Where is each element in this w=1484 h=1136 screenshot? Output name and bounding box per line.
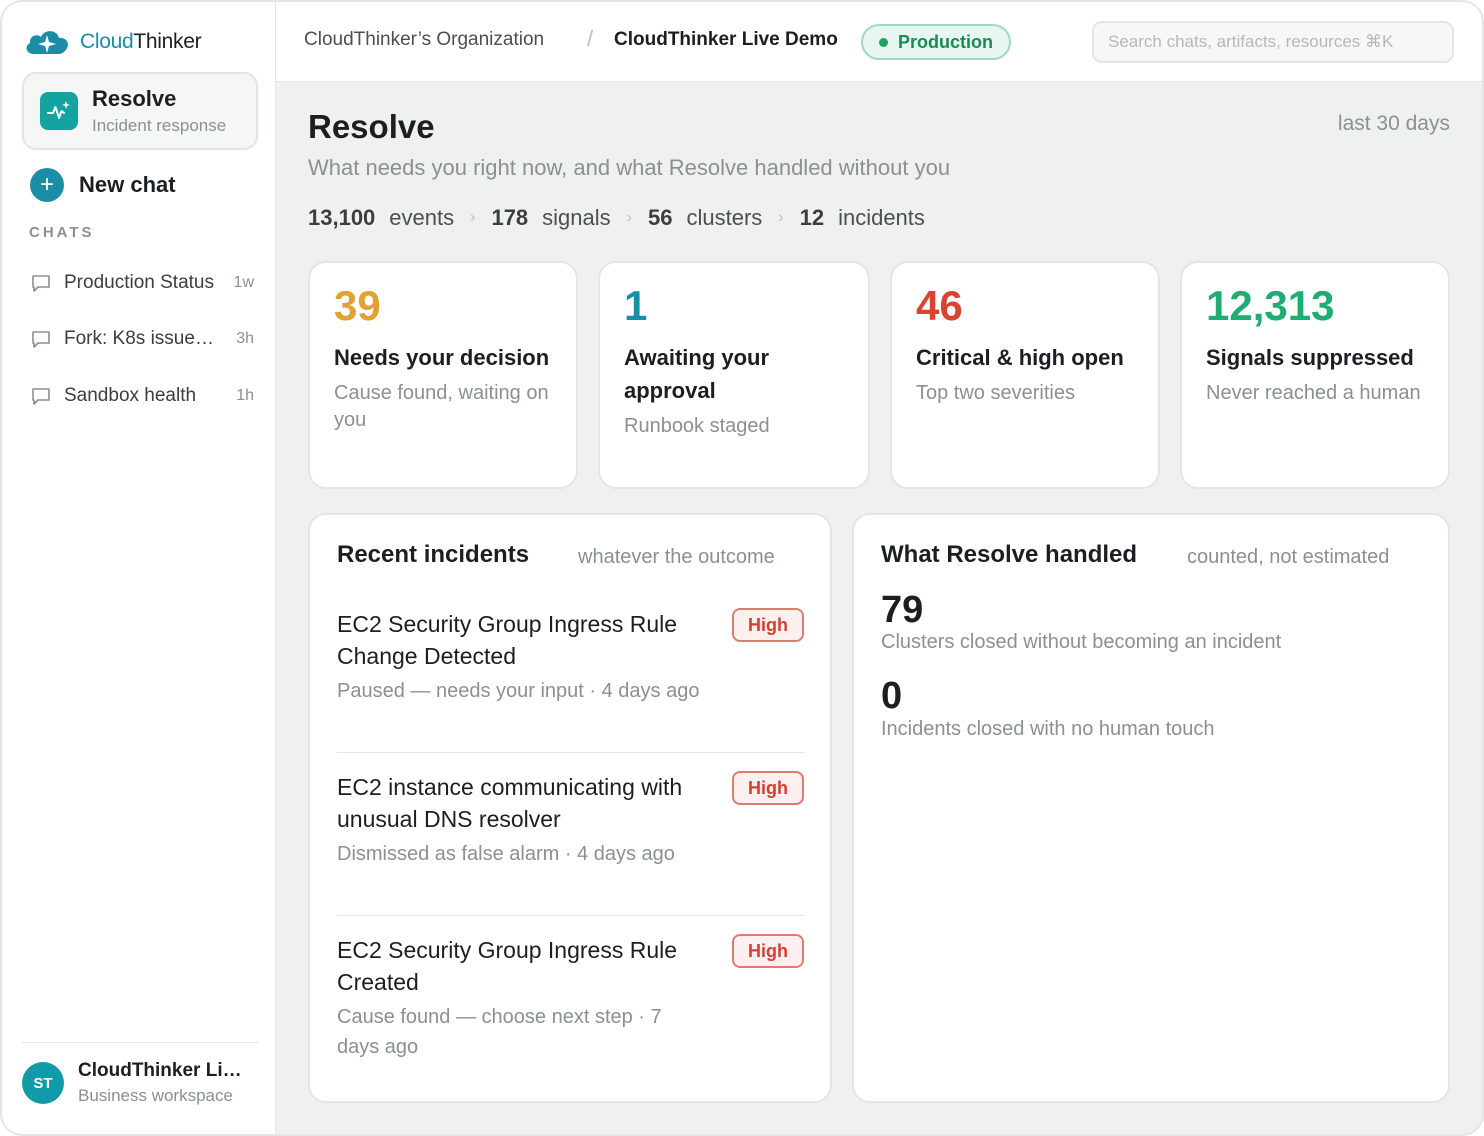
agent-subtitle: Incident response (92, 116, 227, 135)
pulse-sparkle-icon (40, 92, 78, 130)
stat-value: 46 (916, 282, 963, 329)
stat-subtitle: Top two severities (916, 382, 1075, 404)
incident-item[interactable]: EC2 Security Group Ingress Rule Created … (337, 934, 804, 1062)
avatar: ST (22, 1062, 64, 1104)
chat-title: Production Status (64, 272, 214, 293)
incident-title: EC2 Security Group Ingress Rule Created (337, 937, 678, 995)
stat-title: Signals suppressed (1206, 345, 1414, 370)
stat-value: 1 (624, 282, 648, 329)
stat-title: Awaiting your approval (624, 345, 770, 403)
chevron-right-icon: › (626, 209, 632, 226)
chat-title: Sandbox health (64, 385, 197, 406)
app-window: CloudThinker Resolve Incident response +… (0, 0, 1484, 1136)
incident-meta: Cause found — choose next step · 7 days … (337, 1006, 662, 1058)
funnel-value: 13,100 (308, 205, 376, 230)
page-title: Resolve (308, 108, 435, 145)
incident-title: EC2 instance communicating with unusual … (337, 774, 683, 832)
severity-badge: High (732, 771, 804, 805)
workspace-info: CloudThinker Live Demo Business workspac… (78, 1060, 250, 1106)
incident-meta: Paused — needs your input · 4 days ago (337, 680, 700, 702)
panel-title: Recent incidents (337, 541, 530, 568)
environment-badge[interactable]: Production (861, 24, 1011, 60)
chat-time: 1w (233, 274, 254, 291)
chat-item[interactable]: Sandbox health 1h (30, 381, 254, 411)
agent-info: Resolve Incident response (92, 86, 242, 136)
stat-title: Critical & high open (916, 345, 1124, 370)
workspace-type: Business workspace (78, 1086, 233, 1105)
stat-subtitle: Never reached a human (1206, 382, 1421, 404)
page-subtitle: What needs you right now, and what Resol… (308, 155, 951, 180)
topbar: CloudThinker’s Organization / CloudThink… (276, 2, 1482, 82)
sidebar: CloudThinker Resolve Incident response +… (2, 2, 276, 1134)
workspace-switcher[interactable]: ST CloudThinker Live Demo Business works… (22, 1060, 250, 1106)
incident-title: EC2 Security Group Ingress Rule Change D… (337, 611, 678, 669)
panel-title: What Resolve handled (881, 541, 1138, 568)
plus-icon: + (30, 168, 64, 202)
incident-meta: Dismissed as false alarm · 4 days ago (337, 843, 675, 865)
chevron-right-icon: › (778, 209, 784, 226)
funnel-value: 56 (647, 205, 673, 230)
funnel-label: events (389, 205, 455, 230)
chat-item[interactable]: Fork: K8s issue investigation 3h (30, 324, 254, 354)
breadcrumb-organization[interactable]: CloudThinker’s Organization (304, 29, 544, 51)
severity-badge: High (732, 934, 804, 968)
pipeline-funnel: 13,100 events › 178 signals › 56 cluster… (308, 205, 941, 231)
stat-value: 12,313 (1206, 282, 1335, 329)
handled-value: 79 (881, 589, 924, 631)
sidebar-divider (22, 1042, 258, 1043)
severity-badge: High (732, 608, 804, 642)
new-chat-button[interactable]: + New chat (30, 168, 176, 202)
time-range[interactable]: last 30 days (1338, 112, 1450, 136)
workspace-name: CloudThinker Live Demo (78, 1060, 250, 1081)
agent-selector[interactable]: Resolve Incident response (22, 72, 258, 150)
chats-heading: CHATS (29, 224, 95, 241)
chat-bubble-icon (32, 275, 50, 292)
stat-card-critical-high[interactable]: 46 Critical & high open Top two severiti… (890, 261, 1160, 489)
panel-note: whatever the outcome (578, 546, 775, 568)
chat-title: Fork: K8s issue investigation (64, 328, 216, 349)
handled-label: Clusters closed without becoming an inci… (881, 631, 1282, 653)
chat-bubble-icon (32, 331, 50, 348)
funnel-label: incidents (838, 205, 925, 230)
chat-bubble-icon (32, 388, 50, 405)
status-dot-icon (879, 37, 888, 47)
incident-item[interactable]: EC2 Security Group Ingress Rule Change D… (337, 608, 804, 706)
main-content: CloudThinker’s Organization / CloudThink… (276, 2, 1482, 1134)
search-input[interactable] (1092, 21, 1454, 63)
breadcrumb-separator: / (587, 26, 594, 51)
agent-name: Resolve (92, 86, 177, 111)
stat-card-needs-decision[interactable]: 39 Needs your decision Cause found, wait… (308, 261, 578, 489)
stat-subtitle: Runbook staged (624, 415, 770, 437)
brand-name: CloudThinker (80, 30, 202, 54)
cloud-sparkle-icon (26, 31, 68, 54)
stat-card-awaiting-approval[interactable]: 1 Awaiting your approval Runbook staged (598, 261, 870, 489)
recent-incidents-panel: Recent incidents whatever the outcome EC… (308, 513, 832, 1103)
stat-card-signals-suppressed[interactable]: 12,313 Signals suppressed Never reached … (1180, 261, 1450, 489)
environment-label: Production (898, 31, 993, 52)
panel-note: counted, not estimated (1187, 546, 1390, 568)
stat-value: 39 (334, 282, 381, 329)
handled-label: Incidents closed with no human touch (881, 718, 1215, 740)
chat-time: 3h (236, 330, 254, 347)
new-chat-label: New chat (79, 172, 176, 197)
stat-title: Needs your decision (334, 345, 550, 370)
incident-item[interactable]: EC2 instance communicating with unusual … (337, 771, 804, 869)
handled-value: 0 (881, 675, 903, 717)
brand[interactable]: CloudThinker (22, 26, 202, 58)
resolve-handled-panel: What Resolve handled counted, not estima… (852, 513, 1450, 1103)
chat-item[interactable]: Production Status 1w (30, 268, 254, 298)
funnel-label: clusters (686, 205, 763, 230)
incident-divider (337, 915, 804, 916)
brand-name-cloud: Cloud (80, 30, 134, 53)
stat-subtitle: Cause found, waiting on you (334, 382, 549, 431)
brand-name-thinker: Thinker (133, 30, 202, 53)
chevron-right-icon: › (470, 209, 476, 226)
funnel-label: signals (542, 205, 611, 230)
breadcrumb-project[interactable]: CloudThinker Live Demo (614, 29, 838, 51)
incident-divider (337, 752, 804, 753)
funnel-value: 178 (491, 205, 529, 230)
funnel-value: 12 (799, 205, 825, 230)
chat-time: 1h (236, 387, 254, 404)
